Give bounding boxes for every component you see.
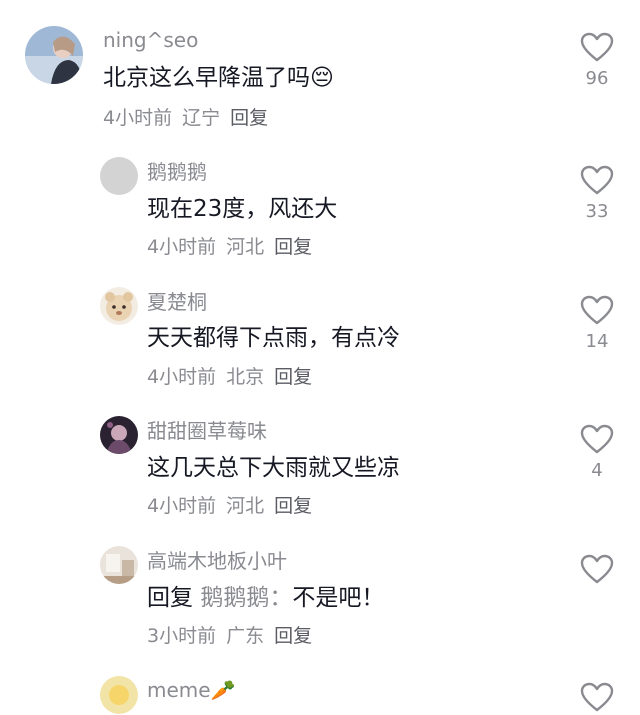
like-button[interactable]: 33	[576, 165, 618, 223]
like-button[interactable]: 96	[576, 32, 618, 90]
timestamp: 4小时前	[147, 495, 217, 517]
reply-button[interactable]: 回复	[274, 236, 312, 258]
reply-item: 夏楚桐 天天都得下点雨，有点冷 4小时前 北京 回复 14	[0, 287, 640, 397]
reply-item: 甜甜圈草莓味 这几天总下大雨就又些凉 4小时前 河北 回复 4	[0, 416, 640, 526]
comment-text: 北京这么早降温了吗😔	[103, 65, 334, 91]
heart-icon	[580, 32, 614, 62]
comment-meta: 4小时前 北京 回复	[147, 365, 322, 389]
like-button[interactable]	[576, 554, 618, 584]
timestamp: 3小时前	[147, 625, 217, 647]
like-button[interactable]: 4	[576, 424, 618, 482]
sad-face-emoji: 😔	[310, 65, 334, 91]
username[interactable]: ning^seo	[103, 28, 198, 52]
avatar[interactable]	[100, 157, 138, 195]
reply-item: 高端木地板小叶 回复 鹅鹅鹅：不是吧！ 3小时前 广东 回复	[0, 546, 640, 656]
username[interactable]: 鹅鹅鹅	[147, 160, 207, 184]
avatar[interactable]	[100, 416, 138, 454]
comment-text: 回复 鹅鹅鹅：不是吧！	[147, 585, 385, 611]
comment-meta: 4小时前 河北 回复	[147, 494, 322, 518]
location: 北京	[226, 366, 265, 388]
heart-icon	[580, 424, 614, 454]
like-button[interactable]: 14	[576, 295, 618, 353]
heart-icon	[580, 682, 614, 712]
username[interactable]: 夏楚桐	[147, 290, 207, 314]
location: 河北	[226, 495, 265, 517]
username[interactable]: meme🥕	[147, 678, 235, 702]
comment-text: 这几天总下大雨就又些凉	[147, 455, 400, 481]
like-count: 4	[591, 460, 603, 481]
heart-icon	[580, 165, 614, 195]
avatar[interactable]	[100, 546, 138, 584]
reply-button[interactable]: 回复	[274, 366, 312, 388]
comment-text: 天天都得下点雨，有点冷	[147, 325, 400, 351]
heart-icon	[580, 295, 614, 325]
timestamp: 4小时前	[103, 107, 173, 129]
reply-button[interactable]: 回复	[274, 495, 312, 517]
mention-link[interactable]: 鹅鹅鹅：	[200, 585, 292, 611]
comment-meta: 4小时前 河北 回复	[147, 235, 322, 259]
carrot-emoji: 🥕	[210, 678, 236, 702]
avatar[interactable]	[100, 287, 138, 325]
timestamp: 4小时前	[147, 366, 217, 388]
comment-meta: 3小时前 广东 回复	[147, 624, 322, 648]
like-count: 96	[585, 68, 609, 89]
like-count: 33	[585, 201, 609, 222]
like-count: 14	[585, 331, 609, 352]
comment-text: 现在23度，风还大	[147, 196, 338, 222]
username[interactable]: 甜甜圈草莓味	[147, 419, 267, 443]
reply-button[interactable]: 回复	[230, 107, 268, 129]
reply-button[interactable]: 回复	[274, 625, 312, 647]
comment-item: ning^seo 北京这么早降温了吗😔 4小时前 辽宁 回复 96	[0, 26, 640, 146]
reply-item: 鹅鹅鹅 现在23度，风还大 4小时前 河北 回复 33	[0, 157, 640, 267]
timestamp: 4小时前	[147, 236, 217, 258]
avatar[interactable]	[25, 26, 83, 84]
username[interactable]: 高端木地板小叶	[147, 549, 287, 573]
location: 广东	[226, 625, 265, 647]
comment-meta: 4小时前 辽宁 回复	[103, 106, 278, 130]
reply-item: meme🥕	[0, 676, 640, 715]
heart-icon	[580, 554, 614, 584]
like-button[interactable]	[576, 682, 618, 712]
location: 河北	[226, 236, 265, 258]
location: 辽宁	[182, 107, 221, 129]
avatar[interactable]	[100, 676, 138, 714]
